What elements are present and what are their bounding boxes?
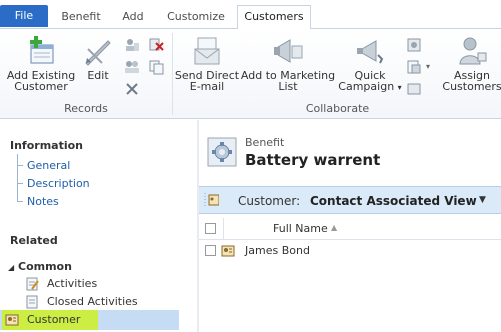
row-checkbox[interactable] [205,245,216,256]
tab-customers[interactable]: Customers [237,5,311,30]
select-all-checkbox[interactable] [205,223,216,234]
tree-line [17,154,18,202]
send-email-label-2: E-mail [189,80,225,93]
column-header-full-name[interactable]: Full Name [273,222,328,235]
tree-tick [17,201,23,202]
assign-icon [456,35,488,67]
tab-add[interactable]: Add [112,6,154,29]
activities-icon [25,277,39,291]
add-to-queue-icon[interactable] [406,59,422,75]
grid-header: Full Name ▲ [199,218,501,240]
contact-icon [221,244,235,258]
entity-type-label: Benefit [245,136,285,149]
edit-button[interactable]: Edit [80,35,116,81]
view-selector-bar[interactable]: Customer: Contact Associated View ▼ [199,186,501,214]
records-group-label: Records [64,102,108,115]
email-icon [191,35,223,67]
quick-campaign-button[interactable]: Quick Campaign ▾ [338,35,402,93]
dropdown-arrow-icon[interactable]: ▾ [426,62,430,71]
edit-label: Edit [87,69,109,82]
copy-icon[interactable] [148,59,164,75]
tree-tick [17,165,23,166]
add-existing-customer-button[interactable]: Add Existing Customer [4,35,78,92]
more-actions-icon[interactable] [406,81,422,97]
add-existing-label-2: Customer [14,80,68,93]
view-entity-label: Customer: [238,194,301,208]
sort-ascending-icon[interactable]: ▲ [331,223,337,232]
information-heading: Information [10,139,83,152]
table-row[interactable]: James Bond [199,241,501,261]
tab-customize[interactable]: Customize [158,6,234,29]
connect-icon[interactable] [406,37,422,53]
tab-benefit[interactable]: Benefit [52,6,110,29]
record-title: Battery warrent [245,151,381,169]
campaign-icon [354,35,386,67]
collapse-triangle-icon: ◢ [8,263,15,272]
benefit-entity-icon [207,137,237,167]
remove-icon[interactable] [124,81,140,97]
customer-icon [5,313,19,327]
ribbon: Add Existing Customer Edit Records Send … [0,29,501,119]
nav-link-description[interactable]: Description [27,177,90,190]
marketing-list-icon [272,35,304,67]
common-heading[interactable]: ◢ Common [8,260,72,273]
add-existing-icon [25,35,57,67]
add-marketing-label-2: List [278,80,298,93]
chevron-down-icon: ▾ [397,83,402,92]
record-header: Benefit Battery warrent [199,120,501,182]
send-direct-email-button[interactable]: Send Direct E-mail [174,35,240,92]
quick-campaign-label-2: Campaign ▾ [338,80,402,93]
add-to-marketing-list-button[interactable]: Add to Marketing List [240,35,336,92]
assign-small-icon[interactable] [124,37,140,53]
row-full-name[interactable]: James Bond [245,244,310,257]
left-navigation: Information General Description Notes Re… [0,120,197,332]
edit-icon [82,35,114,67]
view-grip-icon [203,191,220,209]
nav-link-general[interactable]: General [27,159,70,172]
ribbon-separator [172,33,173,115]
tree-tick [17,183,23,184]
nav-link-notes[interactable]: Notes [27,195,59,208]
grid-column-divider [223,218,224,240]
tab-file[interactable]: File [0,5,48,27]
delete-record-icon[interactable] [148,37,164,53]
assign-label-2: Customers [442,80,501,93]
main-content: Benefit Battery warrent Customer: Contac… [199,120,501,332]
view-name-label[interactable]: Contact Associated View [310,194,477,208]
share-small-icon[interactable] [124,59,140,75]
closed-activities-icon [25,295,39,309]
collaborate-group-label: Collaborate [305,102,370,115]
assign-customers-button[interactable]: Assign Customers [440,35,501,92]
view-dropdown-icon[interactable]: ▼ [479,195,486,205]
related-heading: Related [10,234,58,247]
ribbon-tab-strip: File Benefit Add Customize Customers [0,0,501,30]
